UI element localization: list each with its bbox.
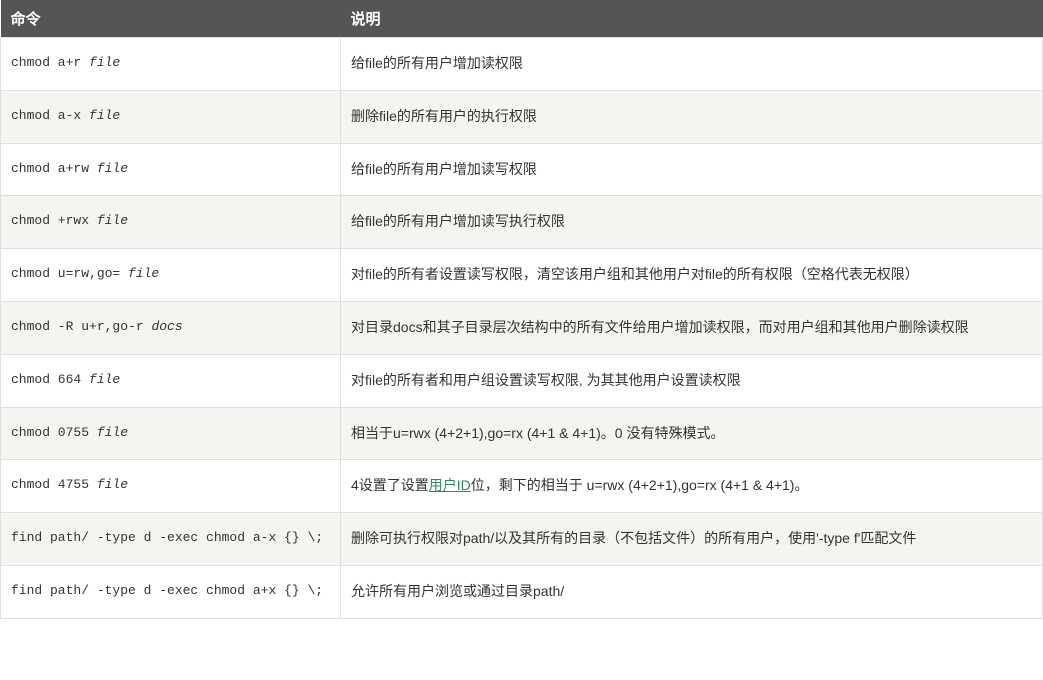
description-text: 允许所有用户浏览或通过目录path/: [351, 583, 564, 599]
command-cell: chmod a-x file: [1, 90, 341, 143]
command-prefix: chmod 664: [11, 372, 89, 387]
command-cell: find path/ -type d -exec chmod a+x {} \;: [1, 565, 341, 618]
description-cell: 允许所有用户浏览或通过目录path/: [341, 565, 1043, 618]
description-text: 给file的所有用户增加读写执行权限: [351, 213, 565, 229]
command-cell: chmod 664 file: [1, 354, 341, 407]
description-text: 对file的所有者和用户组设置读写权限, 为其其他用户设置读权限: [351, 372, 741, 388]
command-prefix: chmod a+rw: [11, 161, 97, 176]
command-cell: chmod -R u+r,go-r docs: [1, 301, 341, 354]
description-cell: 删除file的所有用户的执行权限: [341, 90, 1043, 143]
command-cell: find path/ -type d -exec chmod a-x {} \;: [1, 513, 341, 566]
command-prefix: chmod u=rw,go=: [11, 266, 128, 281]
description-text: 相当于u=rwx (4+2+1),go=rx (4+1 & 4+1)。0 没有特…: [351, 425, 724, 441]
command-argument: file: [89, 372, 120, 387]
command-argument: file: [97, 425, 128, 440]
description-cell: 对file的所有者和用户组设置读写权限, 为其其他用户设置读权限: [341, 354, 1043, 407]
command-argument: file: [128, 266, 159, 281]
command-cell: chmod 0755 file: [1, 407, 341, 460]
table-row: chmod 664 file 对file的所有者和用户组设置读写权限, 为其其他用…: [1, 354, 1043, 407]
description-text-after: 位，剩下的相当于 u=rwx (4+2+1),go=rx (4+1 & 4+1)…: [471, 477, 809, 493]
command-prefix: chmod +rwx: [11, 213, 97, 228]
description-cell: 对目录docs和其子目录层次结构中的所有文件给用户增加读权限，而对用户组和其他用…: [341, 301, 1043, 354]
description-text: 对目录docs和其子目录层次结构中的所有文件给用户增加读权限，而对用户组和其他用…: [351, 319, 969, 335]
command-prefix: chmod -R u+r,go-r: [11, 319, 151, 334]
table-row: chmod 0755 file 相当于u=rwx (4+2+1),go=rx (4…: [1, 407, 1043, 460]
command-prefix: find path/ -type d -exec chmod a-x {} \;: [11, 530, 323, 545]
command-cell: chmod +rwx file: [1, 196, 341, 249]
command-prefix: chmod 0755: [11, 425, 97, 440]
command-argument: file: [97, 213, 128, 228]
description-cell: 给file的所有用户增加读权限: [341, 38, 1043, 91]
command-cell: chmod a+r file: [1, 38, 341, 91]
description-text: 对file的所有者设置读写权限，清空该用户组和其他用户对file的所有权限（空格…: [351, 266, 919, 282]
description-link[interactable]: 用户ID: [429, 477, 471, 493]
table-row: chmod u=rw,go= file 对file的所有者设置读写权限，清空该用户…: [1, 249, 1043, 302]
table-header-row: 命令 说明: [1, 0, 1043, 38]
command-argument: file: [97, 161, 128, 176]
command-argument: file: [89, 108, 120, 123]
table-row: chmod a+rw file 给file的所有用户增加读写权限: [1, 143, 1043, 196]
chmod-reference-table: 命令 说明 chmod a+r file给file的所有用户增加读权限chmod…: [0, 0, 1043, 619]
command-prefix: chmod a-x: [11, 108, 89, 123]
command-prefix: find path/ -type d -exec chmod a+x {} \;: [11, 583, 323, 598]
table-row: chmod -R u+r,go-r docs 对目录docs和其子目录层次结构中的…: [1, 301, 1043, 354]
description-text: 删除file的所有用户的执行权限: [351, 108, 537, 124]
command-argument: file: [97, 477, 128, 492]
command-argument: docs: [151, 319, 182, 334]
command-argument: file: [89, 55, 120, 70]
description-cell: 对file的所有者设置读写权限，清空该用户组和其他用户对file的所有权限（空格…: [341, 249, 1043, 302]
header-command: 命令: [1, 0, 341, 38]
description-cell: 给file的所有用户增加读写权限: [341, 143, 1043, 196]
table-row: chmod 4755 file4设置了设置用户ID位，剩下的相当于 u=rwx …: [1, 460, 1043, 513]
description-cell: 删除可执行权限对path/以及其所有的目录（不包括文件）的所有用户，使用'-ty…: [341, 513, 1043, 566]
table-row: chmod a-x file 删除file的所有用户的执行权限: [1, 90, 1043, 143]
command-prefix: chmod a+r: [11, 55, 89, 70]
description-cell: 给file的所有用户增加读写执行权限: [341, 196, 1043, 249]
header-description: 说明: [341, 0, 1043, 38]
command-cell: chmod 4755 file: [1, 460, 341, 513]
description-text: 删除可执行权限对path/以及其所有的目录（不包括文件）的所有用户，使用'-ty…: [351, 530, 916, 546]
table-row: find path/ -type d -exec chmod a-x {} \;…: [1, 513, 1043, 566]
command-prefix: chmod 4755: [11, 477, 97, 492]
table-row: chmod a+r file 给file的所有用户增加读权限: [1, 38, 1043, 91]
description-cell: 相当于u=rwx (4+2+1),go=rx (4+1 & 4+1)。0 没有特…: [341, 407, 1043, 460]
table-row: chmod +rwx file 给file的所有用户增加读写执行权限: [1, 196, 1043, 249]
command-cell: chmod a+rw file: [1, 143, 341, 196]
description-text: 4设置了设置: [351, 477, 429, 493]
description-cell: 4设置了设置用户ID位，剩下的相当于 u=rwx (4+2+1),go=rx (…: [341, 460, 1043, 513]
command-cell: chmod u=rw,go= file: [1, 249, 341, 302]
description-text: 给file的所有用户增加读写权限: [351, 161, 537, 177]
description-text: 给file的所有用户增加读权限: [351, 55, 523, 71]
table-row: find path/ -type d -exec chmod a+x {} \;…: [1, 565, 1043, 618]
